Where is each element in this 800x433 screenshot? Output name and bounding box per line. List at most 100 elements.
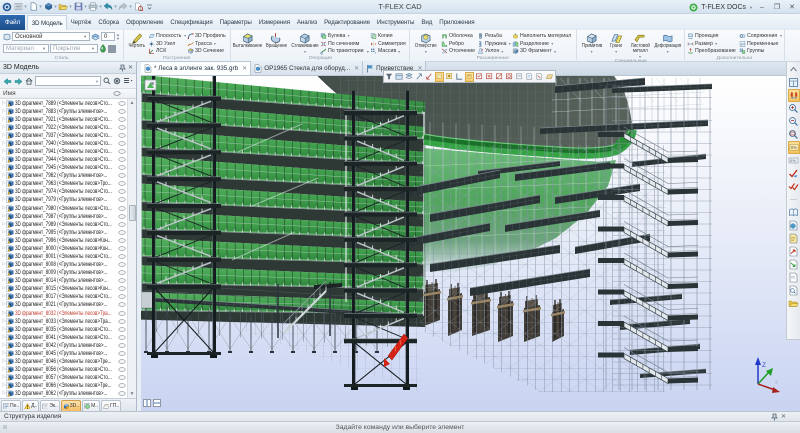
customize-icon[interactable] bbox=[144, 2, 154, 12]
tree-row[interactable]: ▷ 3D фрагмент_7922 (<Элементы лесов>Сто..… bbox=[0, 123, 136, 131]
ribbon-button-small[interactable]: По траектории ▾ bbox=[320, 48, 369, 56]
globe-doc-icon[interactable] bbox=[788, 219, 800, 232]
spinner-arrows[interactable]: ▲ ▼ bbox=[116, 32, 120, 41]
tree-row[interactable]: ▷ 3D фрагмент_8041 (<Элементы лесов>Сто..… bbox=[0, 333, 136, 341]
ribbon-tab-item[interactable]: Чертёж bbox=[67, 15, 95, 30]
eye-icon[interactable] bbox=[118, 375, 126, 380]
measure-red-icon[interactable] bbox=[425, 72, 434, 82]
tree-row[interactable]: ▷ 3D фрагмент_8046 (<Элементы лесов>Тре..… bbox=[0, 358, 136, 366]
close-button[interactable]: ✕ bbox=[786, 2, 798, 12]
ribbon-button-small[interactable]: Проекция bbox=[687, 32, 738, 40]
eye-icon[interactable] bbox=[118, 254, 126, 259]
doc-blue-icon[interactable] bbox=[525, 72, 534, 82]
color-swatch-icon[interactable] bbox=[108, 44, 116, 53]
tree-row[interactable]: ▷ 3D фрагмент_7945 (<Элементы лесов>Сто..… bbox=[0, 164, 136, 172]
tree-row[interactable]: ▷ 3D фрагмент_8009 (<Группы элементов>... bbox=[0, 269, 136, 277]
tree-row[interactable]: ▷ 3D фрагмент_8033 (<Элементы лесов>Тра..… bbox=[0, 317, 136, 325]
tree-row[interactable]: ▷ 3D фрагмент_8001 (<Элементы лесов>Сто..… bbox=[0, 252, 136, 260]
eye-icon[interactable] bbox=[118, 100, 126, 106]
ribbon-button-large[interactable]: Отверстие ▾ bbox=[412, 31, 440, 54]
eye-icon[interactable] bbox=[118, 189, 126, 195]
ribbon-button-small[interactable]: 3D Фрагмент ▾ bbox=[512, 48, 574, 56]
pin-icon[interactable] bbox=[119, 64, 126, 72]
layers-icon[interactable] bbox=[91, 33, 100, 41]
eye-icon[interactable] bbox=[118, 359, 126, 364]
ribbon-tab-item[interactable]: Анализ bbox=[293, 15, 320, 30]
eye-icon[interactable] bbox=[118, 383, 126, 388]
document-tab-active[interactable]: * Леса в эллинге зак. 935.grb ✕ bbox=[141, 61, 252, 75]
book-icon[interactable] bbox=[788, 206, 800, 219]
new-3d-icon[interactable] bbox=[43, 2, 53, 12]
window-icon[interactable] bbox=[788, 76, 800, 89]
ribbon-button-small[interactable]: Ребро bbox=[441, 40, 476, 48]
ribbon-button-small[interactable]: Булева ▾ bbox=[320, 32, 368, 40]
qat-dropdown-icon[interactable]: ▾ bbox=[129, 2, 132, 12]
tab-close-icon[interactable]: ✕ bbox=[354, 65, 359, 72]
tray-icon[interactable] bbox=[545, 72, 554, 82]
ribbon-button-small[interactable]: x= Переменные bbox=[739, 40, 782, 48]
ribbon-tab-item[interactable]: Редактирование bbox=[321, 15, 374, 30]
tree-row[interactable]: ▷ 3D фрагмент_7963 (<Элементы лесов>Тро..… bbox=[0, 180, 136, 188]
eye-icon[interactable] bbox=[118, 221, 126, 227]
ribbon-button-small[interactable]: Симметрия bbox=[370, 40, 407, 48]
file-menu-button[interactable]: Файл bbox=[0, 15, 26, 30]
eye-icon[interactable] bbox=[118, 125, 126, 130]
ribbon-button-small[interactable]: ЛСК bbox=[148, 48, 186, 56]
panel-tab-active[interactable]: 3D.. bbox=[60, 400, 82, 411]
ribbon-button-small[interactable]: Группы bbox=[739, 48, 782, 56]
red-arrow-doc-icon[interactable] bbox=[788, 245, 800, 258]
eye-icon[interactable] bbox=[118, 262, 126, 267]
ribbon-tab-item[interactable]: Измерения bbox=[255, 15, 293, 30]
ribbon-button-small[interactable]: Плоскость ▾ bbox=[148, 32, 186, 40]
tree-row[interactable]: ▷ 3D фрагмент_7962 (<Группы элементов>... bbox=[0, 172, 136, 180]
ribbon-tab-item[interactable]: Приложения bbox=[436, 15, 478, 30]
ribbon-button-small[interactable]: 3D Сечение bbox=[187, 48, 227, 56]
tree-row[interactable]: ▷ 3D фрагмент_8056 (<Элементы лесов>Сто..… bbox=[0, 366, 136, 374]
measure-icon[interactable] bbox=[415, 72, 424, 82]
tree-row[interactable]: ▷ 3D фрагмент_7974 (<Элементы лесов>Сто..… bbox=[0, 188, 136, 196]
tree-row[interactable]: ▷ 3D фрагмент_7937 (<Элементы лесов>Сто..… bbox=[0, 131, 136, 139]
tree-row[interactable]: ▷ 3D фрагмент_7921 (<Элементы лесов>Сто..… bbox=[0, 115, 136, 123]
selector-dot-icon[interactable] bbox=[445, 72, 454, 82]
eye-icon[interactable] bbox=[118, 230, 126, 235]
open-icon[interactable] bbox=[58, 2, 68, 12]
ribbon-tab-item[interactable]: Оформление bbox=[122, 15, 166, 30]
zoom-window-icon[interactable] bbox=[788, 128, 800, 141]
ribbon-button-small[interactable]: Преобразование bbox=[687, 48, 738, 56]
eye-icon[interactable] bbox=[118, 181, 126, 186]
tree-row[interactable]: ▷ 3D фрагмент_8000 (<Элементы лесов>Кон..… bbox=[0, 244, 136, 252]
check-edit-icon[interactable] bbox=[788, 167, 800, 180]
redo-icon[interactable] bbox=[118, 2, 128, 12]
material-select[interactable]: Материал ▼ bbox=[3, 44, 49, 53]
scroll-up-icon[interactable]: ▲ bbox=[128, 99, 136, 107]
menu-icon[interactable] bbox=[13, 2, 23, 12]
ribbon-tab-active[interactable]: 3D Модель bbox=[27, 15, 68, 30]
eye-icon[interactable] bbox=[118, 133, 126, 138]
ribbon-button-small[interactable]: Массив ▾ bbox=[370, 48, 407, 56]
ribbon-button-small[interactable]: Копия bbox=[370, 32, 407, 40]
panel-tab[interactable]: Д.. bbox=[22, 400, 40, 411]
eye-icon[interactable] bbox=[118, 108, 126, 114]
document-tab[interactable]: ОР1965 Стекла для оборуд... ✕ bbox=[251, 61, 364, 75]
eye-icon[interactable] bbox=[118, 326, 126, 332]
tree-column-header[interactable]: Имя bbox=[0, 89, 136, 99]
tree-row[interactable]: ▷ 3D фрагмент_8008 (<Группы элементов>... bbox=[0, 261, 136, 269]
eye-icon[interactable] bbox=[118, 238, 126, 243]
viewport-icon[interactable] bbox=[395, 72, 404, 82]
eye-icon[interactable] bbox=[118, 278, 126, 283]
level-spinner[interactable]: 0 bbox=[101, 32, 116, 41]
tree-row[interactable]: ▷ 3D фрагмент_8032 (<Элементы лесов>Тра..… bbox=[0, 309, 136, 317]
tree-row[interactable]: ▷ 3D фрагмент_8021 (<Группы элементов>... bbox=[0, 301, 136, 309]
scroll-down-icon[interactable]: ▼ bbox=[128, 390, 136, 398]
qat-dropdown-icon[interactable]: ▾ bbox=[24, 2, 27, 12]
qat-dropdown-icon[interactable]: ▾ bbox=[69, 2, 72, 12]
check-double-icon[interactable] bbox=[788, 180, 800, 193]
ribbon-button-small[interactable]: Уклон ▾ bbox=[477, 48, 511, 56]
circle-doc-icon[interactable] bbox=[505, 72, 514, 82]
ribbon-button-large[interactable]: Выталкивание bbox=[232, 31, 262, 49]
ribbon-button-small[interactable]: Сопряжения ▾ bbox=[739, 32, 782, 40]
eye-icon[interactable] bbox=[118, 351, 126, 356]
tree-row[interactable]: ▷ 3D фрагмент_7944 (<Элементы лесов>Сто..… bbox=[0, 156, 136, 164]
search-icon[interactable] bbox=[103, 77, 111, 85]
panel-tab[interactable]: М.. bbox=[82, 400, 101, 411]
